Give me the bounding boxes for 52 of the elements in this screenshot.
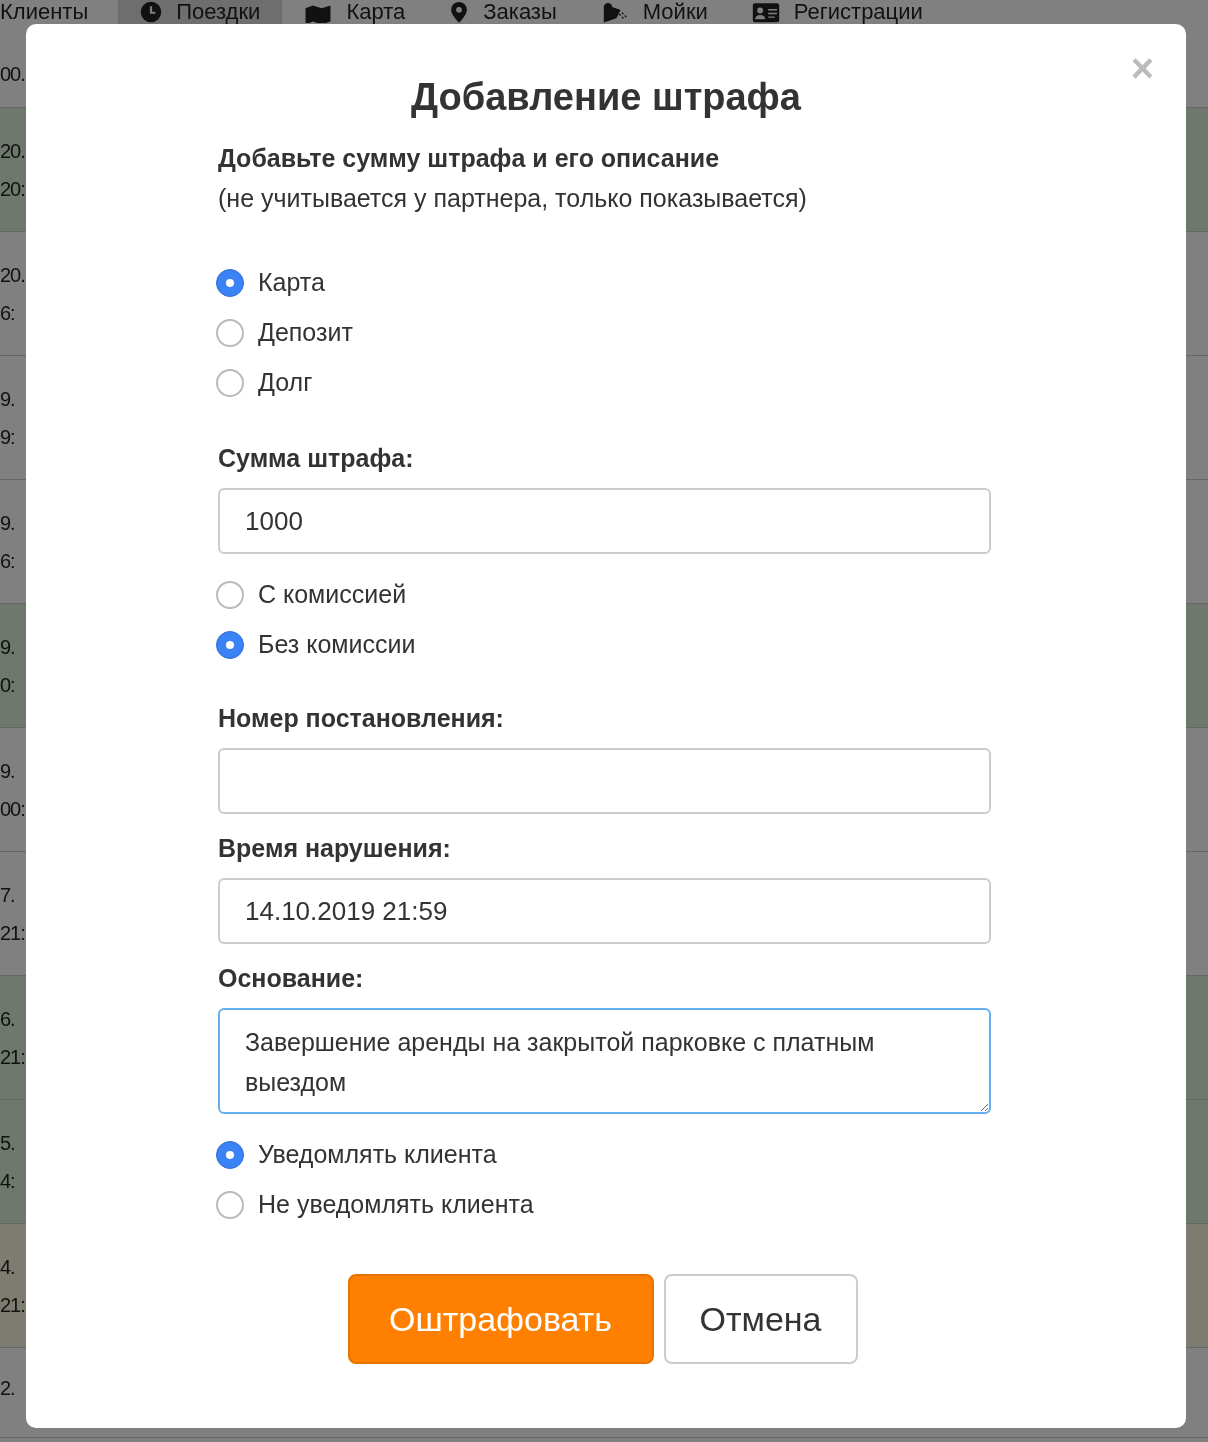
table-cell: 5. bbox=[0, 1130, 15, 1155]
table-cell: 21: bbox=[0, 1044, 25, 1069]
instruction-heading: Добавьте сумму штрафа и его описание bbox=[218, 143, 721, 174]
table-cell: 0: bbox=[0, 672, 15, 697]
table-cell: 2. bbox=[0, 1376, 15, 1400]
table-cell: 21: bbox=[0, 1292, 25, 1317]
clock-icon bbox=[140, 1, 163, 23]
id-card-icon bbox=[751, 1, 780, 23]
instruction-note: (не учитывается у партнера, только показывается) bbox=[218, 183, 808, 214]
field-label: Номер постановления: bbox=[218, 703, 505, 734]
radio-button[interactable] bbox=[216, 269, 244, 297]
radio-button[interactable] bbox=[216, 1191, 244, 1219]
table-cell: 9. bbox=[0, 386, 15, 411]
pin-icon bbox=[449, 1, 470, 23]
table-cell: 00. bbox=[0, 61, 25, 86]
table-cell: 20: bbox=[0, 176, 25, 201]
radio-button[interactable] bbox=[216, 369, 244, 397]
input-field[interactable] bbox=[218, 748, 991, 814]
field-label: Основание: bbox=[218, 963, 365, 994]
radio-button[interactable] bbox=[216, 581, 244, 609]
table-cell: 21: bbox=[0, 920, 25, 945]
table-cell: 9. bbox=[0, 634, 15, 659]
table-cell: 9. bbox=[0, 758, 15, 783]
radio-option[interactable]: Долг bbox=[216, 358, 313, 408]
radio-option[interactable]: Без комиссии bbox=[216, 620, 416, 670]
table-cell: 6: bbox=[0, 300, 15, 325]
table-cell: 9. bbox=[0, 510, 15, 535]
input-field[interactable]: 1000 bbox=[218, 488, 991, 554]
nav-tab[interactable]: Поездки bbox=[118, 0, 283, 24]
radio-option[interactable]: С комиссией bbox=[216, 570, 407, 620]
radio-button[interactable] bbox=[216, 319, 244, 347]
field-label: Время нарушения: bbox=[218, 833, 452, 864]
text-area[interactable]: Завершение аренды на закрытой парковке с платным выездом bbox=[218, 1008, 991, 1114]
table-cell: 00: bbox=[0, 796, 25, 821]
radio-option[interactable]: Уведомлять клиента bbox=[216, 1130, 497, 1180]
field-label: Сумма штрафа: bbox=[218, 443, 415, 474]
radio-button[interactable] bbox=[216, 1141, 244, 1169]
dialog-title: Добавление штрафа bbox=[410, 75, 802, 120]
table-cell: 9: bbox=[0, 424, 15, 449]
table-cell: 20. bbox=[0, 138, 25, 163]
table-cell: 6: bbox=[0, 548, 15, 573]
radio-button[interactable] bbox=[216, 631, 244, 659]
radio-option[interactable]: Не уведомлять клиента bbox=[216, 1180, 534, 1230]
table-cell: 4: bbox=[0, 1168, 15, 1193]
cancel-button[interactable]: Отмена bbox=[663, 1274, 858, 1364]
radio-option[interactable]: Карта bbox=[216, 258, 325, 308]
table-cell: 6. bbox=[0, 1006, 15, 1031]
table-cell: 7. bbox=[0, 882, 15, 907]
table-cell: 4. bbox=[0, 1254, 15, 1279]
input-field[interactable]: 14.10.2019 21:59 bbox=[218, 878, 991, 944]
table-cell: 20. bbox=[0, 262, 25, 287]
radio-option[interactable]: Депозит bbox=[216, 308, 353, 358]
